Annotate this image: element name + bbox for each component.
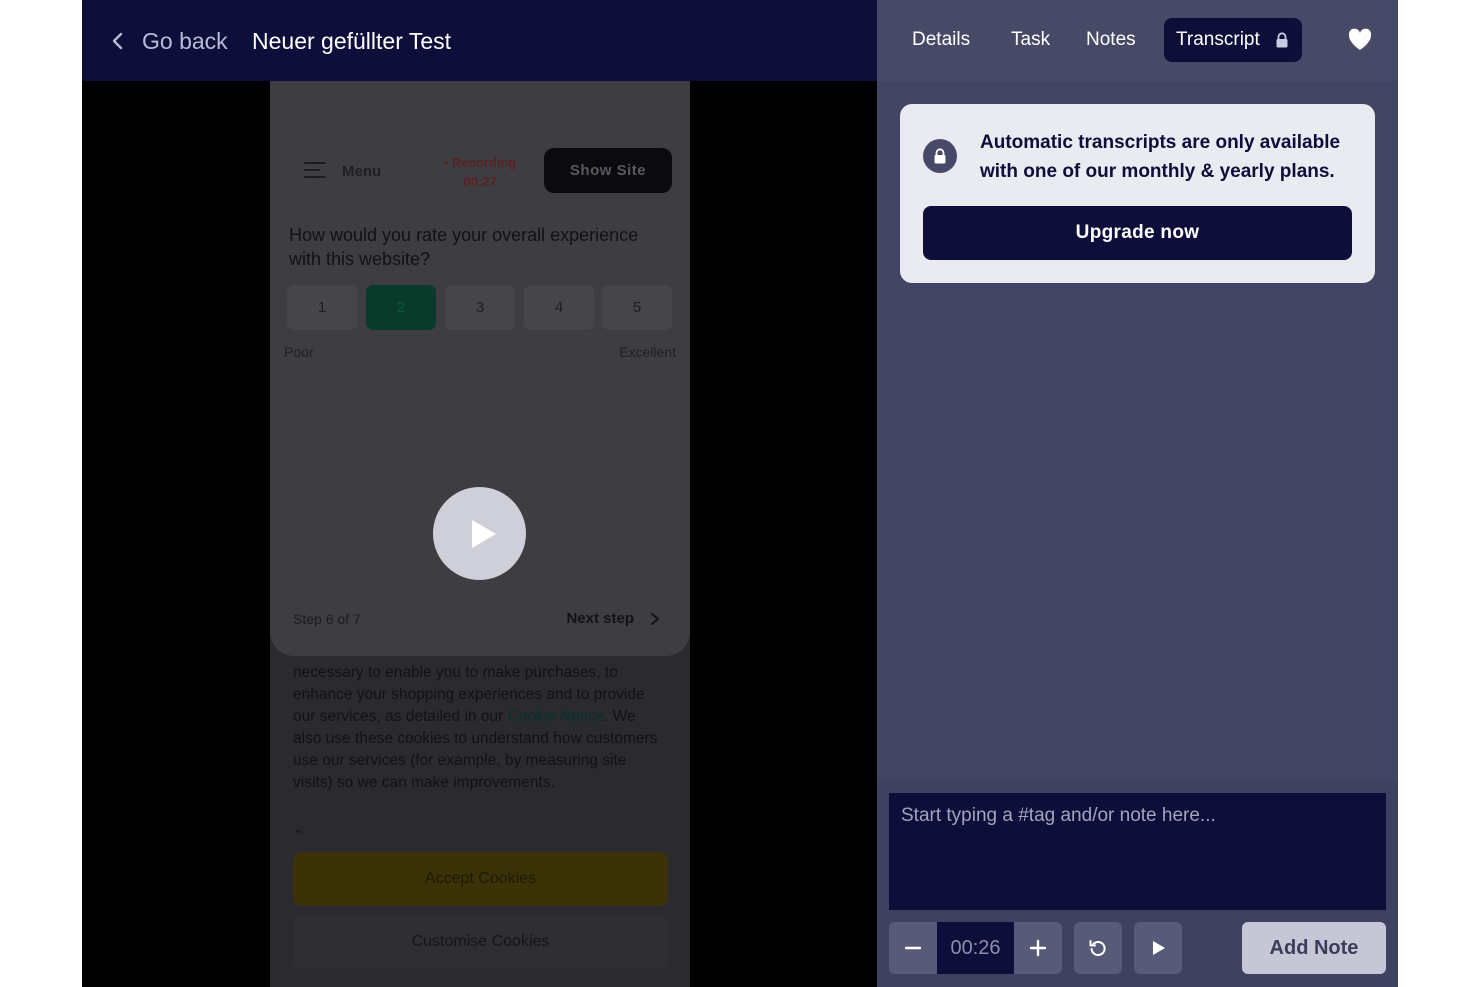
go-back-label: Go back	[142, 27, 228, 54]
customise-cookies-button: Customise Cookies	[293, 915, 668, 969]
play-button[interactable]	[1134, 922, 1182, 974]
top-bar: Go back Neuer gefüllter Test	[82, 0, 877, 81]
next-step-label: Next step	[566, 610, 634, 627]
plus-icon	[1029, 939, 1047, 957]
show-site-button: Show Site	[544, 148, 672, 193]
rating-option-2-selected: 2	[366, 285, 436, 330]
note-editor: 00:26 Add Note	[877, 781, 1398, 987]
chevron-left-icon	[112, 32, 123, 50]
cookie-notice-link: Cookie Notice	[507, 708, 605, 725]
upgrade-now-button[interactable]: Upgrade now	[923, 206, 1352, 260]
note-input[interactable]	[889, 793, 1386, 910]
rating-option-4: 4	[524, 285, 594, 330]
menu-label: Menu	[342, 163, 382, 180]
cookie-notice-text: necessary to enable you to make purchase…	[293, 662, 668, 812]
transcript-locked-message: Automatic transcripts are only available…	[980, 132, 1341, 182]
note-controls: 00:26 Add Note	[889, 922, 1386, 974]
minus-icon	[904, 946, 922, 950]
lock-badge	[923, 139, 957, 173]
chevron-down-icon: ⌄	[293, 821, 304, 836]
recording-video[interactable]: Menu • Recording 00:27 Show Site How wou…	[270, 81, 690, 987]
test-title: Neuer gefüllter Test	[252, 28, 452, 54]
rating-question: How would you rate your overall experien…	[289, 225, 639, 269]
tab-bar: Details Task Notes Transcript	[877, 0, 1398, 81]
rewind-icon	[1089, 940, 1106, 956]
tab-task[interactable]: Task	[1011, 18, 1050, 62]
side-panel: Details Task Notes Transcript Automatic …	[877, 0, 1398, 987]
rating-scale: 1 2 3 4 5	[287, 285, 677, 330]
recording-label: • Recording	[443, 155, 517, 170]
lock-icon	[934, 148, 946, 164]
rating-option-1: 1	[287, 285, 357, 330]
rating-low-label: Poor	[284, 344, 314, 360]
rating-option-5: 5	[602, 285, 672, 330]
hamburger-menu-icon	[304, 162, 326, 180]
next-step-button: Next step	[566, 610, 662, 627]
decrease-time-button[interactable]	[889, 922, 937, 974]
recording-task-card: Menu • Recording 00:27 Show Site How wou…	[270, 81, 690, 656]
rewind-button[interactable]	[1074, 922, 1122, 974]
step-counter: Step 6 of 7	[293, 611, 361, 627]
recording-time: 00:27	[463, 174, 497, 189]
video-panel: Go back Neuer gefüllter Test Menu • Reco…	[82, 0, 877, 987]
rating-high-label: Excellent	[619, 344, 676, 360]
lock-icon	[1276, 32, 1288, 48]
app-root: Go back Neuer gefüllter Test Menu • Reco…	[82, 0, 1398, 987]
tab-transcript[interactable]: Transcript	[1164, 18, 1302, 62]
video-play-button[interactable]	[433, 487, 526, 580]
heart-icon[interactable]	[1347, 28, 1373, 52]
chevron-right-icon	[651, 612, 659, 625]
transcript-locked-card: Automatic transcripts are only available…	[900, 104, 1375, 283]
go-back-button[interactable]: Go back	[108, 24, 228, 58]
tab-details[interactable]: Details	[912, 18, 970, 62]
rating-option-3: 3	[445, 285, 515, 330]
play-icon	[471, 519, 496, 548]
tab-notes[interactable]: Notes	[1086, 18, 1136, 62]
accept-cookies-button: Accept Cookies	[293, 852, 668, 906]
play-icon	[1153, 941, 1165, 955]
add-note-button[interactable]: Add Note	[1242, 922, 1386, 974]
note-timestamp: 00:26	[937, 922, 1014, 974]
recording-indicator: • Recording 00:27	[430, 153, 530, 191]
increase-time-button[interactable]	[1014, 922, 1062, 974]
tab-transcript-label: Transcript	[1176, 29, 1260, 50]
